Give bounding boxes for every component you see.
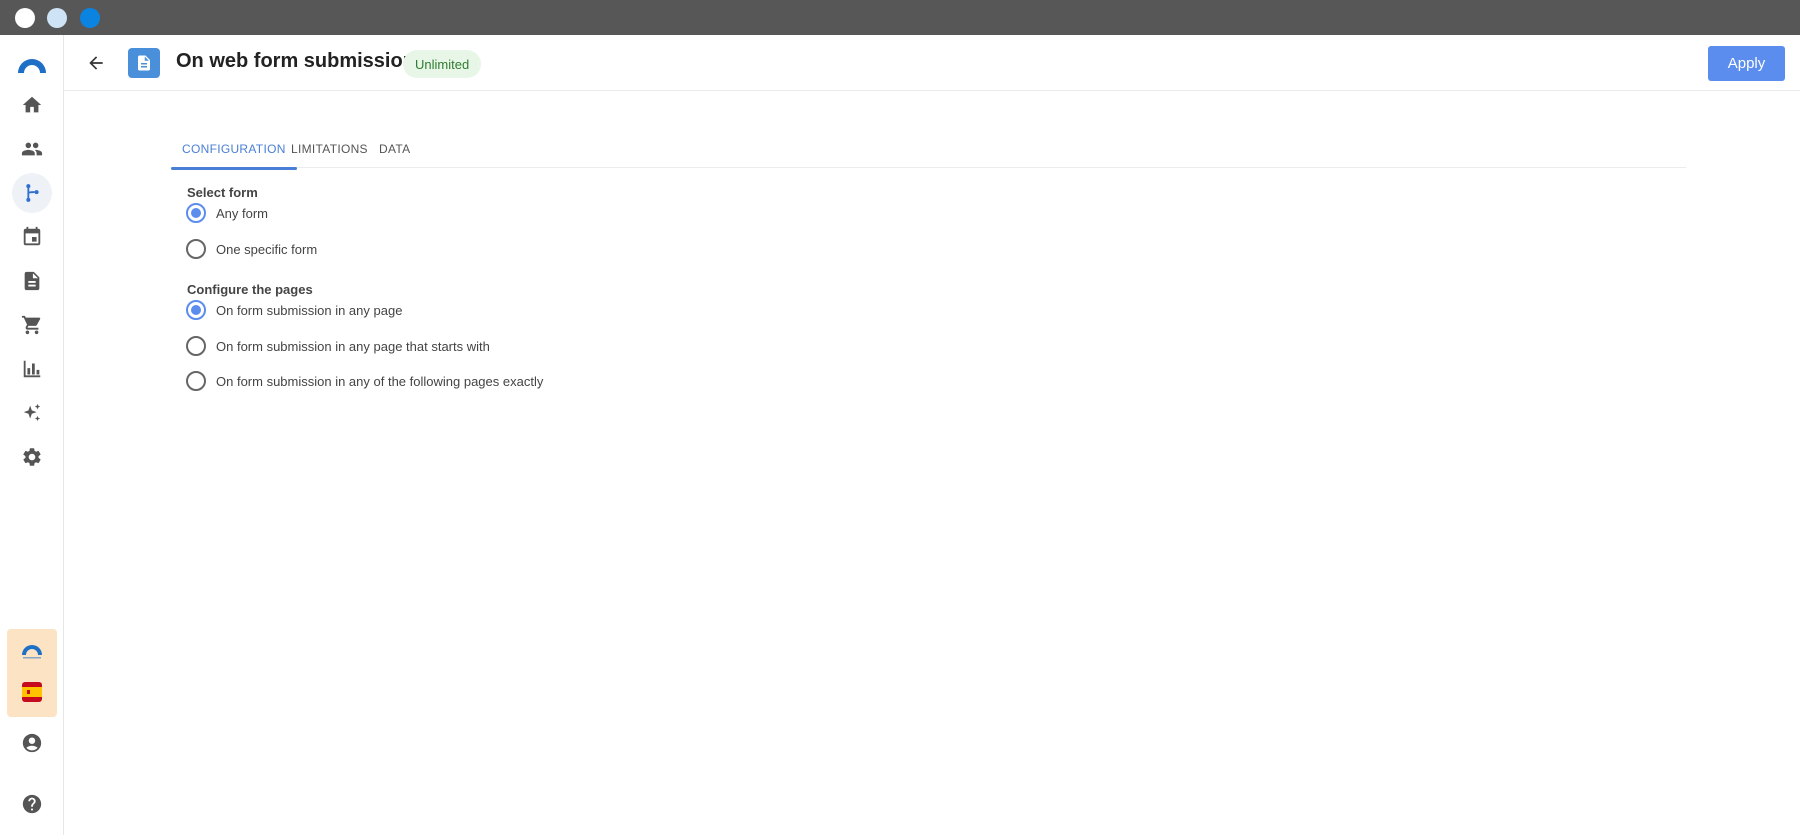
sidebar-item-help[interactable] (12, 784, 52, 824)
radio-button[interactable] (186, 336, 206, 356)
sidebar-item-ai[interactable] (12, 393, 52, 433)
radio-one-specific-form[interactable]: One specific form (186, 238, 317, 260)
sidebar-item-account[interactable] (12, 723, 52, 763)
sidebar-item-store[interactable] (12, 305, 52, 345)
brand-logo-icon[interactable] (16, 53, 48, 75)
window-titlebar (0, 0, 1800, 35)
radio-button[interactable] (186, 239, 206, 259)
radio-any-form[interactable]: Any form (186, 202, 268, 224)
gear-icon (23, 448, 41, 466)
brand-mini-logo-icon (22, 645, 42, 659)
sparkle-icon (23, 403, 41, 422)
radio-any-page[interactable]: On form submission in any page (186, 299, 402, 321)
radio-label: On form submission in any page that star… (216, 338, 490, 354)
back-button[interactable] (82, 49, 110, 77)
sidebar-item-settings[interactable] (12, 437, 52, 477)
radio-label: Any form (216, 205, 269, 221)
sidebar-item-analytics[interactable] (12, 349, 52, 389)
apply-button[interactable]: Apply (1708, 46, 1785, 81)
sidebar-item-automations[interactable] (12, 173, 52, 213)
arrow-left-icon (89, 56, 103, 70)
radio-label: On form submission in any of the followi… (216, 373, 544, 389)
bar-chart-icon (23, 360, 41, 378)
status-badge: Unlimited (403, 50, 482, 78)
tab-limitations[interactable]: LIMITATIONS (291, 130, 368, 168)
spain-flag-icon (22, 682, 42, 702)
radio-button[interactable] (186, 371, 206, 391)
tab-bar: CONFIGURATION LIMITATIONS DATA (171, 130, 1686, 170)
radio-button[interactable] (186, 300, 206, 320)
home-icon (22, 96, 42, 113)
flow-branch-icon (26, 184, 39, 202)
window-minimize-button[interactable] (47, 8, 67, 28)
promo-card[interactable] (7, 629, 57, 717)
cart-icon (21, 315, 41, 335)
page-header: On web form submission Unlimited Apply (64, 35, 1800, 91)
calendar-icon (23, 226, 41, 246)
radio-button[interactable] (186, 203, 206, 223)
help-icon (22, 794, 42, 814)
tab-data[interactable]: DATA (379, 130, 410, 168)
window-maximize-button[interactable] (80, 8, 100, 28)
people-icon (21, 142, 43, 156)
form-trigger-icon (128, 48, 160, 78)
sidebar-item-home[interactable] (12, 85, 52, 125)
sidebar-item-contacts[interactable] (12, 129, 52, 169)
document-icon (24, 271, 40, 291)
sidebar (0, 35, 64, 835)
radio-pages-exactly[interactable]: On form submission in any of the followi… (186, 370, 543, 392)
sidebar-item-documents[interactable] (12, 261, 52, 301)
sidebar-item-calendar[interactable] (12, 217, 52, 257)
select-form-label: Select form (187, 185, 258, 200)
configure-pages-label: Configure the pages (187, 282, 313, 297)
radio-label: One specific form (216, 241, 318, 257)
radio-page-starts-with[interactable]: On form submission in any page that star… (186, 335, 490, 357)
page-title: On web form submission (176, 50, 415, 72)
tab-configuration[interactable]: CONFIGURATION (171, 130, 297, 170)
account-icon (22, 733, 42, 753)
radio-label: On form submission in any page (216, 302, 403, 318)
window-close-button[interactable] (15, 8, 35, 28)
